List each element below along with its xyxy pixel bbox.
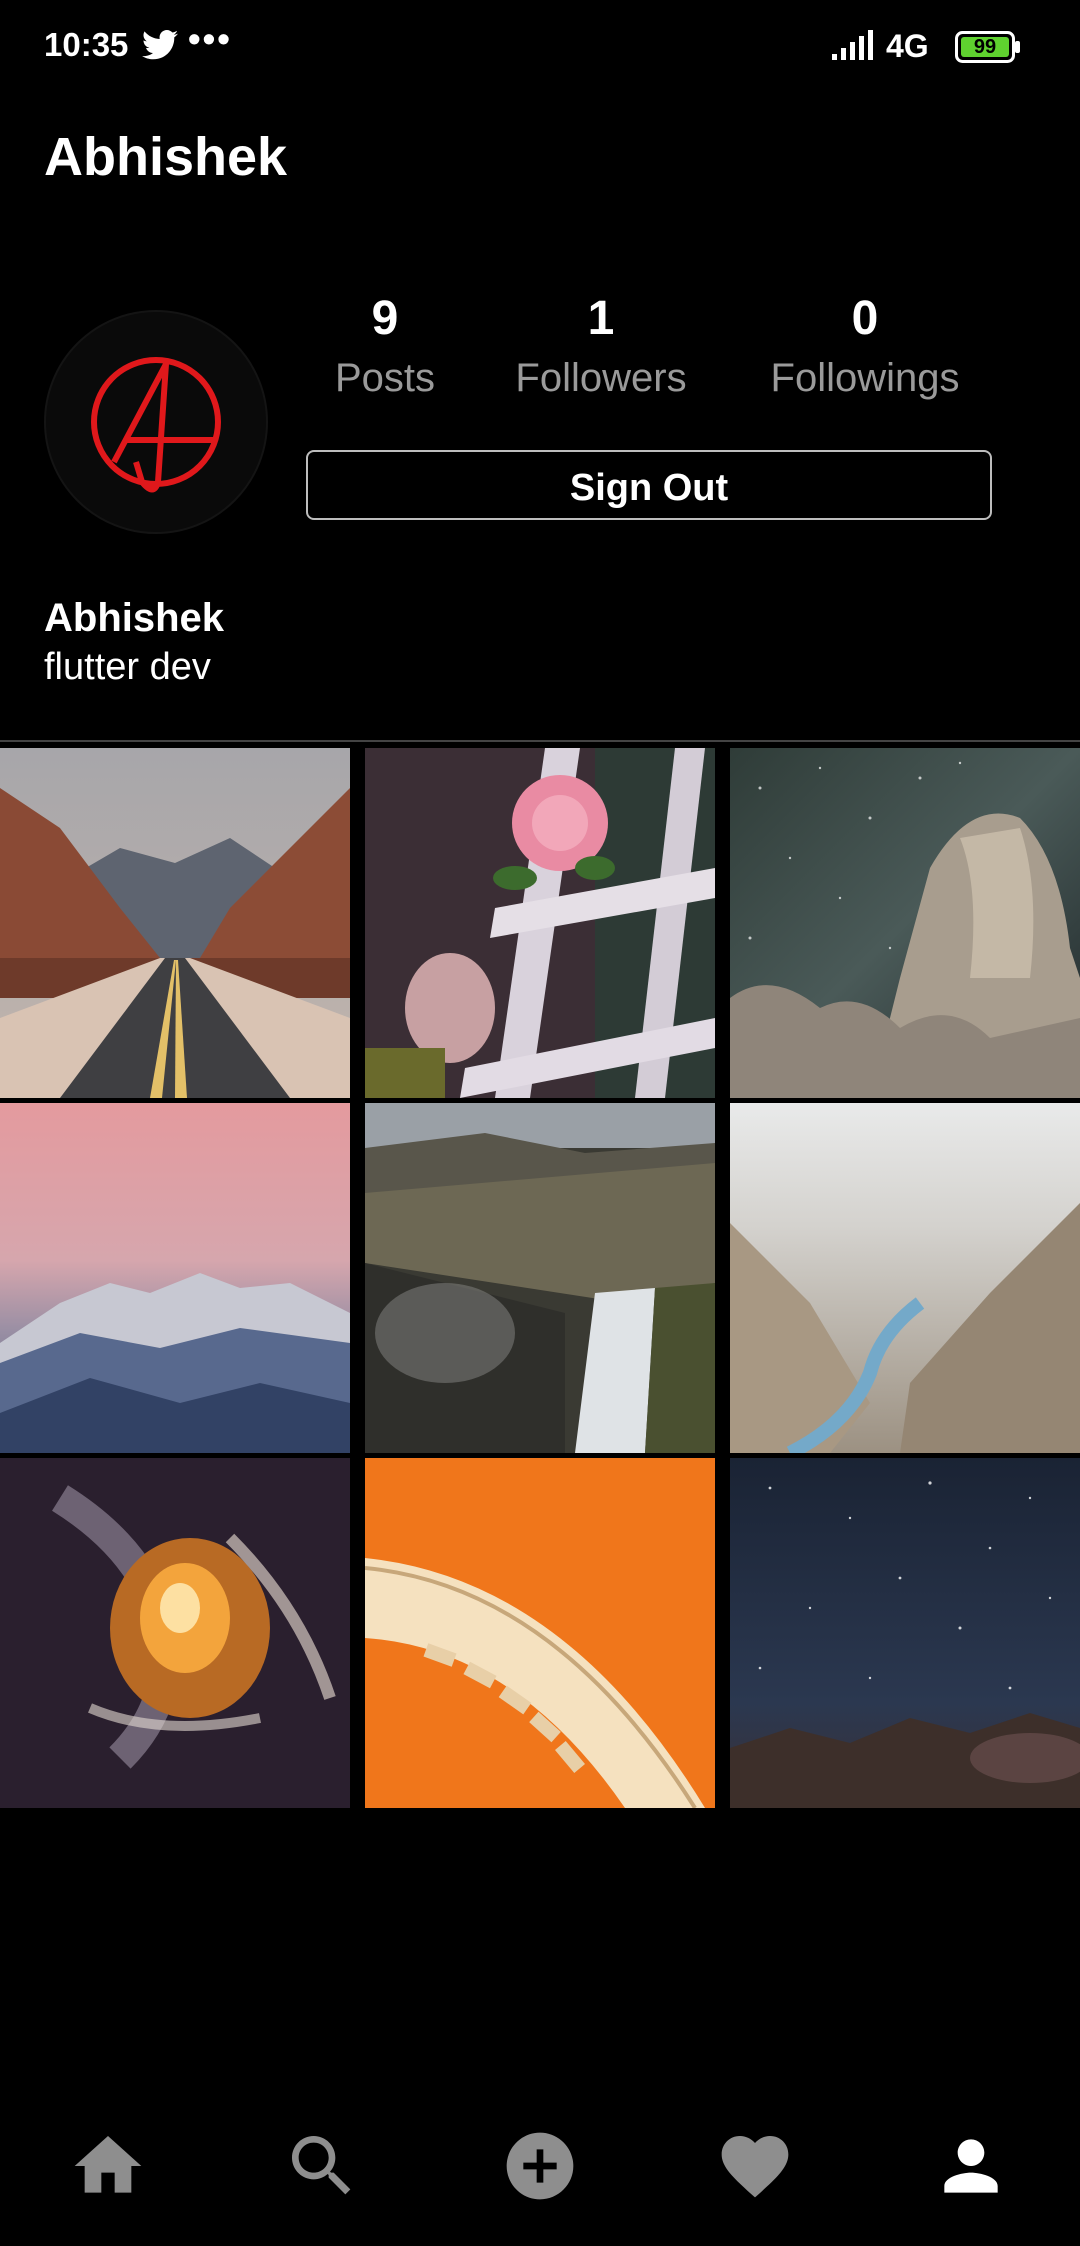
- status-time: 10:35: [44, 26, 129, 63]
- post-thumbnail-desert-road[interactable]: [0, 748, 350, 1098]
- twitter-icon: [142, 30, 178, 60]
- post-thumbnail-orange-stairs[interactable]: [365, 1458, 715, 1808]
- cellular-signal-icon: [832, 30, 873, 60]
- followings-label: Followings: [770, 356, 960, 400]
- post-thumbnail-abstract-fluid[interactable]: [0, 1458, 350, 1808]
- avatar[interactable]: [44, 310, 268, 534]
- post-thumbnail-night-rock[interactable]: [730, 748, 1080, 1098]
- post-thumbnail-starry-night[interactable]: [730, 1458, 1080, 1808]
- network-type: 4G: [886, 28, 929, 64]
- battery-level: 99: [973, 36, 997, 58]
- posts-label: Posts: [334, 356, 436, 400]
- posts-stat[interactable]: 9 Posts: [275, 290, 495, 401]
- home-icon[interactable]: [68, 2126, 148, 2206]
- more-notifications-icon: •••: [188, 18, 232, 59]
- post-thumbnail-pink-mountains[interactable]: [0, 1103, 350, 1453]
- post-thumbnail-pink-rose[interactable]: [365, 748, 715, 1098]
- search-icon[interactable]: [282, 2126, 362, 2206]
- profile-bio: flutter dev: [44, 646, 211, 688]
- followers-count: 1: [587, 292, 615, 345]
- profile-name: Abhishek: [44, 596, 225, 640]
- followers-label: Followers: [515, 356, 687, 400]
- followings-count: 0: [851, 292, 879, 345]
- page-title: Abhishek: [44, 127, 288, 187]
- followings-stat[interactable]: 0 Followings: [755, 290, 975, 401]
- sign-out-button[interactable]: Sign Out: [306, 450, 992, 520]
- add-post-icon[interactable]: [500, 2126, 580, 2206]
- followers-stat[interactable]: 1 Followers: [491, 290, 711, 401]
- post-thumbnail-misty-river[interactable]: [730, 1103, 1080, 1453]
- post-thumbnail-waterfall[interactable]: [365, 1103, 715, 1453]
- battery-icon: 99: [955, 31, 1021, 63]
- posts-count: 9: [371, 292, 399, 345]
- bottom-navigation: [0, 2126, 1080, 2226]
- anarchy-logo-icon: [91, 357, 221, 493]
- heart-icon[interactable]: [715, 2126, 795, 2206]
- profile-icon[interactable]: [931, 2126, 1011, 2206]
- status-bar: 10:35 ••• 4G 99: [0, 0, 1080, 96]
- divider: [0, 740, 1080, 742]
